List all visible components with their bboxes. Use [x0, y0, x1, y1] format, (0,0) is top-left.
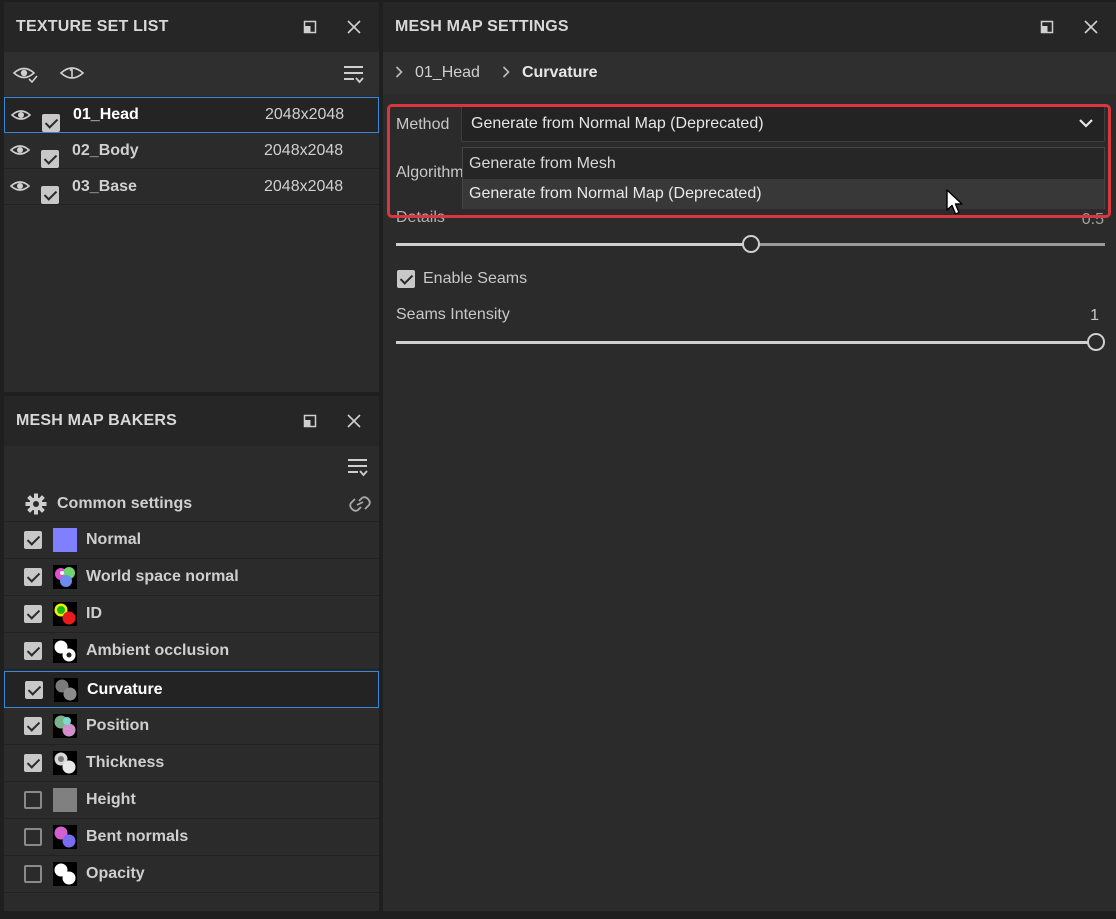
bent-normals-icon [53, 825, 77, 849]
texture-set-row-02-body[interactable]: 02_Body 2048x2048 [4, 133, 379, 169]
baker-checkbox[interactable] [25, 681, 43, 699]
baker-label: Thickness [86, 754, 165, 771]
baker-row-id[interactable]: ID [4, 596, 379, 633]
enable-seams-checkbox[interactable] [397, 270, 415, 288]
texture-set-name: 03_Base [72, 177, 137, 195]
undock-icon[interactable] [299, 16, 321, 38]
bakers-toolbar [4, 446, 379, 486]
baker-checkbox[interactable] [24, 828, 42, 846]
baker-checkbox[interactable] [24, 791, 42, 809]
mouse-cursor-icon [946, 189, 966, 222]
eye-icon[interactable] [9, 177, 31, 200]
texture-set-resolution: 2048x2048 [265, 106, 345, 123]
texture-set-checkbox[interactable] [42, 114, 60, 132]
baker-label: Bent normals [86, 828, 189, 845]
baker-row-bent-normals[interactable]: Bent normals [4, 819, 379, 856]
baker-label: Opacity [86, 865, 145, 882]
texture-set-name: 02_Body [72, 141, 139, 159]
ambient-occlusion-icon [53, 639, 77, 663]
baker-checkbox[interactable] [24, 605, 42, 623]
close-icon[interactable] [343, 16, 365, 38]
baker-label: World space normal [86, 568, 239, 585]
common-settings-label: Common settings [57, 495, 193, 512]
baker-label: Ambient occlusion [86, 642, 230, 659]
undock-icon[interactable] [1036, 16, 1058, 38]
seams-intensity-slider-handle[interactable] [1087, 333, 1105, 351]
world-space-normal-icon [53, 565, 77, 589]
mesh-map-settings-panel: MESH MAP SETTINGS 01_Head Curvature Meth… [383, 2, 1116, 911]
texture-set-checkbox[interactable] [41, 149, 59, 168]
breadcrumb: 01_Head Curvature [383, 52, 1116, 94]
baker-label: Position [86, 717, 150, 734]
visibility-toggle-icon[interactable] [12, 63, 38, 90]
baker-label: Height [86, 791, 136, 808]
close-icon[interactable] [343, 410, 365, 432]
enable-seams-label: Enable Seams [423, 270, 528, 287]
texture-set-list-panel: TEXTURE SET LIST 01_Head 2048x2048 02_Bo… [4, 2, 379, 392]
list-options-icon[interactable] [343, 63, 365, 90]
baker-label: Normal [86, 531, 142, 548]
details-slider-fill [396, 243, 751, 246]
baker-checkbox[interactable] [24, 642, 42, 660]
baker-checkbox[interactable] [24, 754, 42, 772]
baker-row-world-space-normal[interactable]: World space normal [4, 559, 379, 596]
baker-checkbox[interactable] [24, 865, 42, 883]
breadcrumb-texture-set[interactable]: 01_Head [415, 64, 480, 82]
baker-checkbox[interactable] [24, 531, 42, 549]
breadcrumb-baker[interactable]: Curvature [522, 64, 598, 82]
baker-row-opacity[interactable]: Opacity [4, 856, 379, 893]
texture-set-row-01-head[interactable]: 01_Head 2048x2048 [4, 97, 379, 133]
link-icon[interactable] [347, 493, 373, 520]
height-icon [53, 788, 77, 812]
texture-set-list-header: TEXTURE SET LIST [4, 2, 379, 52]
details-slider-handle[interactable] [742, 235, 760, 253]
baker-checkbox[interactable] [24, 717, 42, 735]
mesh-map-bakers-panel: MESH MAP BAKERS Common settings Normal W… [4, 396, 379, 911]
baker-row-curvature[interactable]: Curvature [4, 671, 379, 708]
mesh-map-settings-header: MESH MAP SETTINGS [383, 2, 1116, 52]
common-settings-row[interactable]: Common settings [4, 486, 379, 522]
mesh-map-bakers-header: MESH MAP BAKERS [4, 396, 379, 446]
gear-icon [25, 493, 47, 520]
eye-icon[interactable] [10, 106, 32, 129]
opacity-icon [53, 862, 77, 886]
baker-label: Curvature [87, 681, 163, 698]
id-map-icon [53, 602, 77, 626]
curvature-icon [54, 678, 78, 702]
solo-visibility-icon[interactable] [59, 63, 85, 88]
undock-icon[interactable] [299, 410, 321, 432]
baker-row-ambient-occlusion[interactable]: Ambient occlusion [4, 633, 379, 670]
list-options-icon[interactable] [347, 456, 369, 483]
panel-title: MESH MAP SETTINGS [395, 18, 569, 35]
panel-title: TEXTURE SET LIST [16, 18, 169, 35]
texture-set-toolbar [4, 52, 379, 96]
eye-icon[interactable] [9, 141, 31, 164]
chevron-right-icon [502, 65, 510, 81]
baker-row-normal[interactable]: Normal [4, 522, 379, 559]
close-icon[interactable] [1080, 16, 1102, 38]
baker-row-position[interactable]: Position [4, 708, 379, 745]
baker-label: ID [86, 605, 102, 622]
texture-set-resolution: 2048x2048 [264, 141, 344, 159]
seams-intensity-slider-fill [396, 341, 1096, 344]
thickness-icon [53, 751, 77, 775]
normal-map-icon [53, 528, 77, 552]
position-icon [53, 714, 77, 738]
chevron-right-icon [395, 65, 403, 81]
texture-set-row-03-base[interactable]: 03_Base 2048x2048 [4, 169, 379, 205]
annotation-highlight-box [387, 104, 1111, 218]
seams-intensity-slider-track[interactable] [396, 341, 1096, 344]
texture-set-name: 01_Head [73, 106, 139, 123]
texture-set-resolution: 2048x2048 [264, 177, 344, 195]
seams-intensity-label: Seams Intensity [396, 306, 510, 323]
baker-row-height[interactable]: Height [4, 782, 379, 819]
baker-checkbox[interactable] [24, 568, 42, 586]
panel-title: MESH MAP BAKERS [16, 412, 177, 429]
baker-row-thickness[interactable]: Thickness [4, 745, 379, 782]
texture-set-checkbox[interactable] [41, 185, 59, 204]
seams-intensity-value: 1 [1090, 307, 1099, 324]
